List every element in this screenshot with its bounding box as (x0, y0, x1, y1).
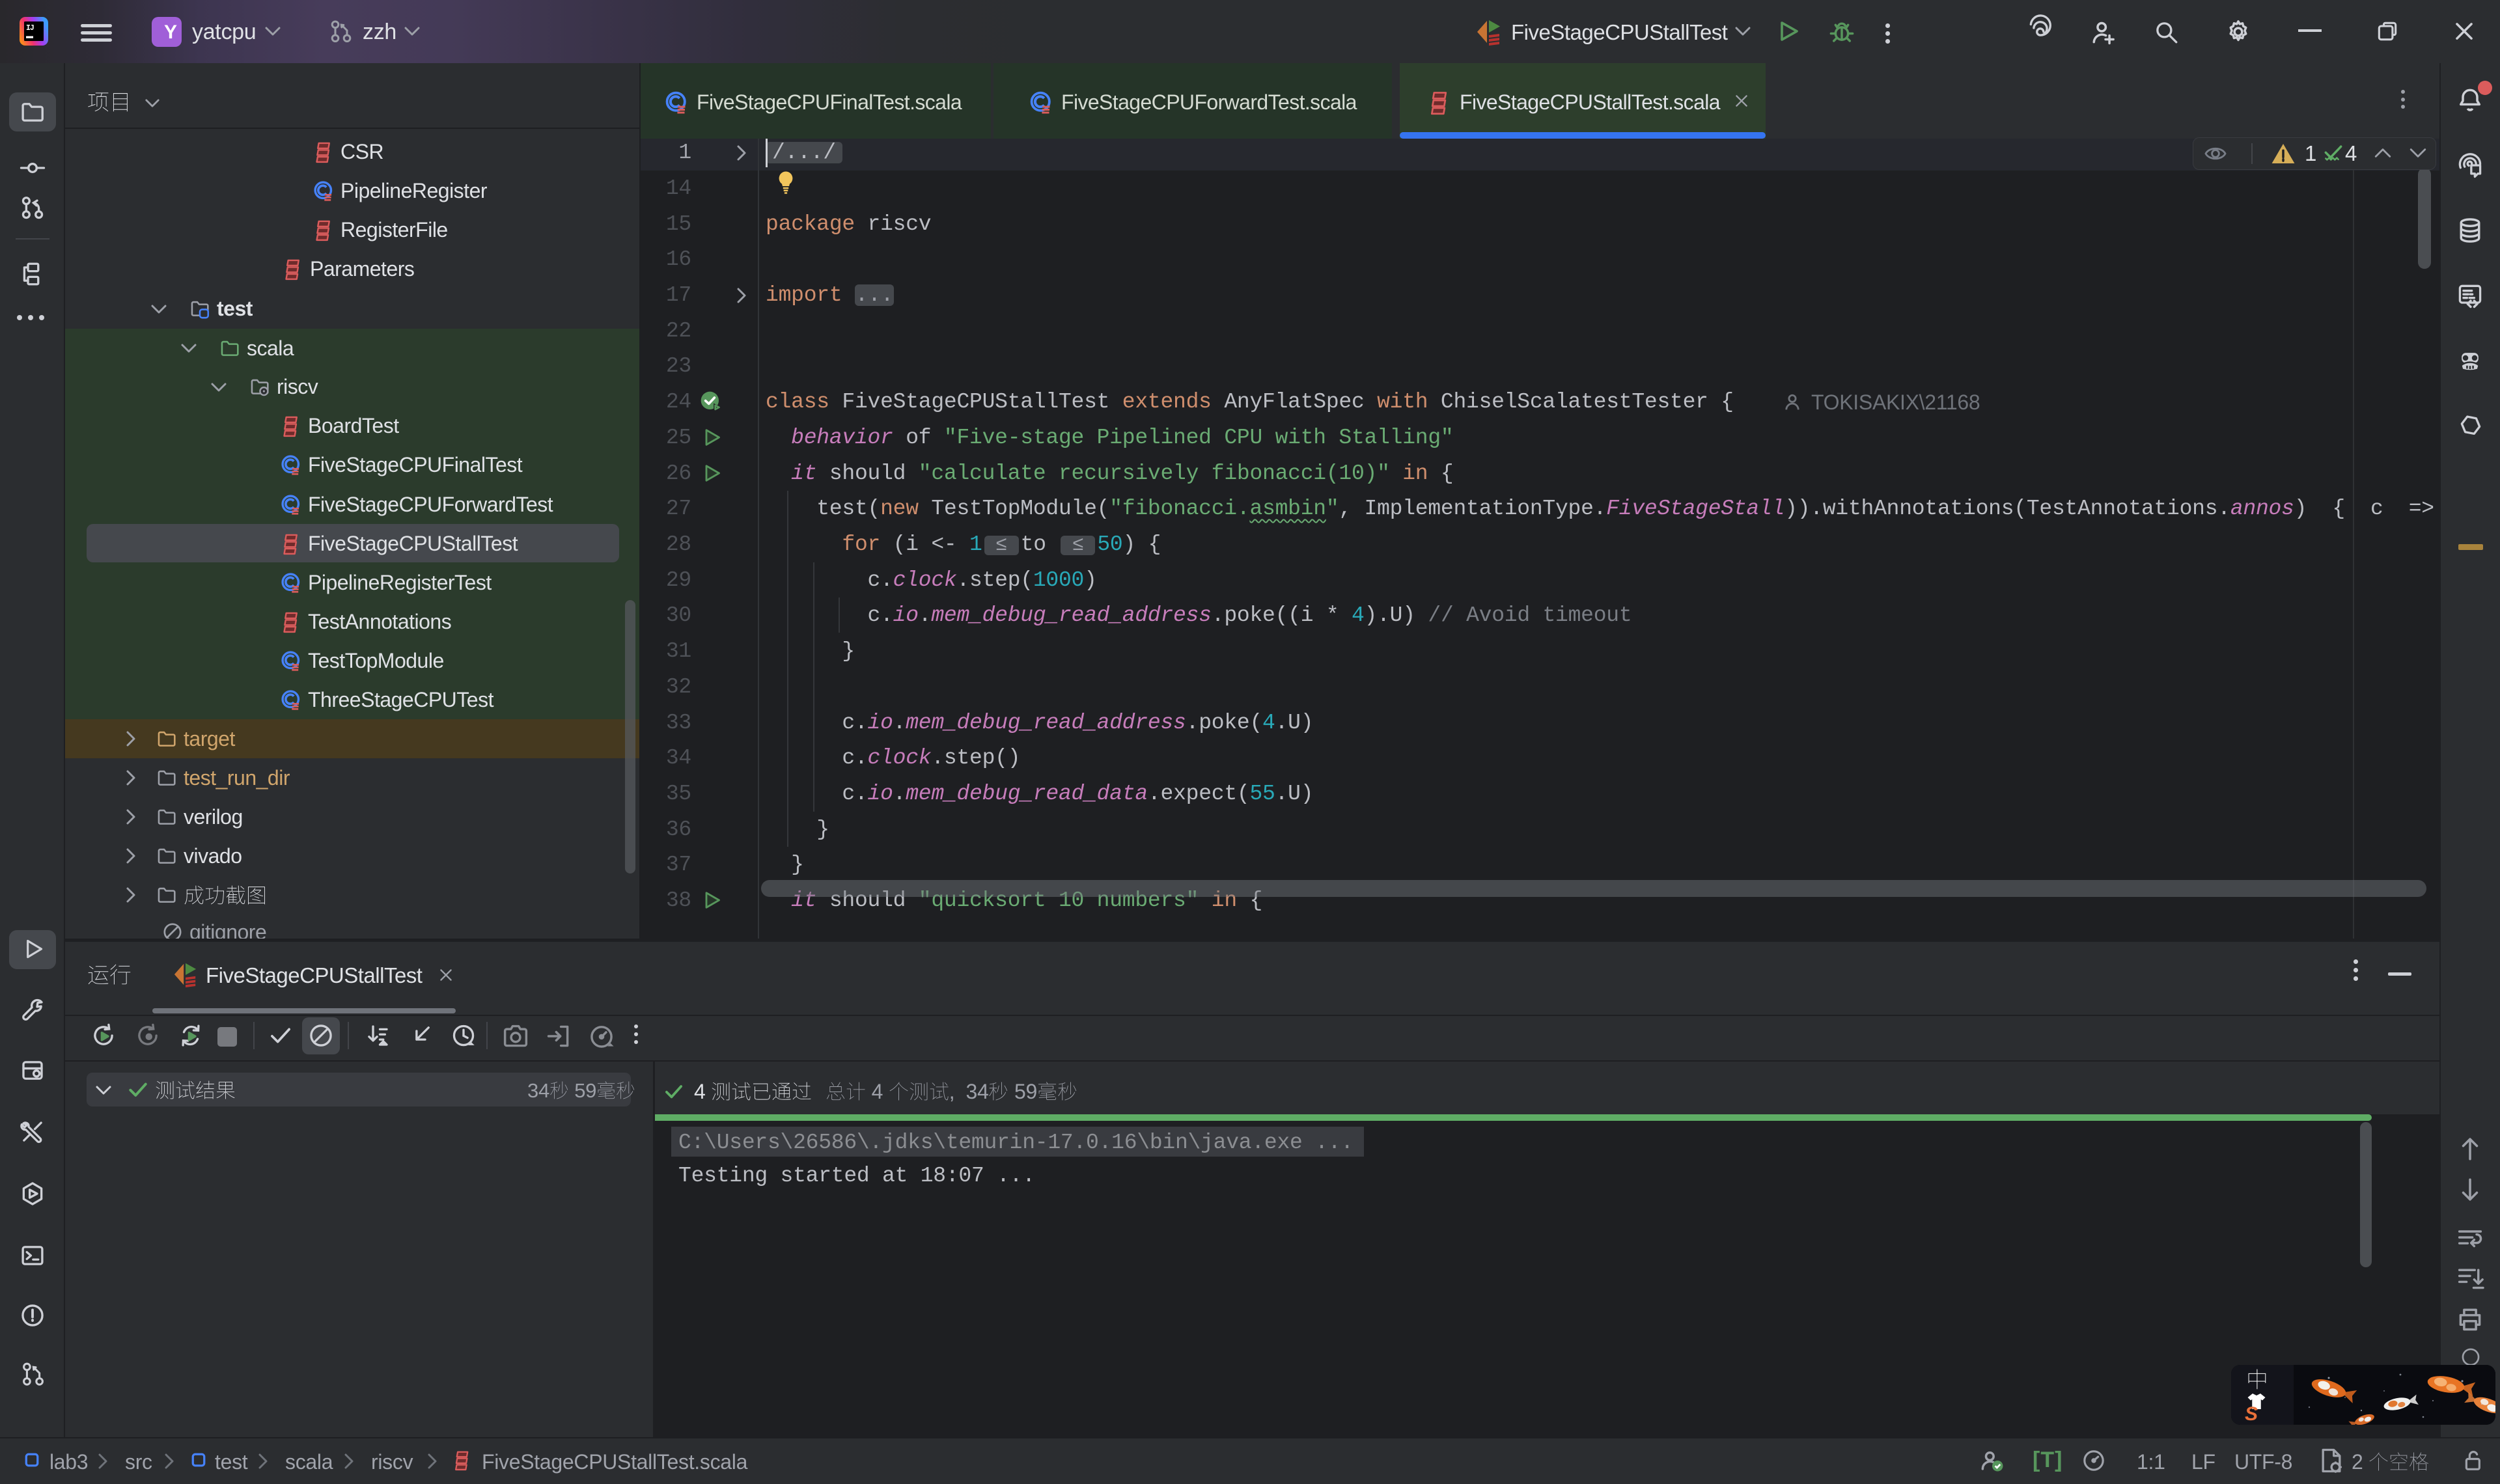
svg-text:IJ: IJ (26, 24, 34, 33)
